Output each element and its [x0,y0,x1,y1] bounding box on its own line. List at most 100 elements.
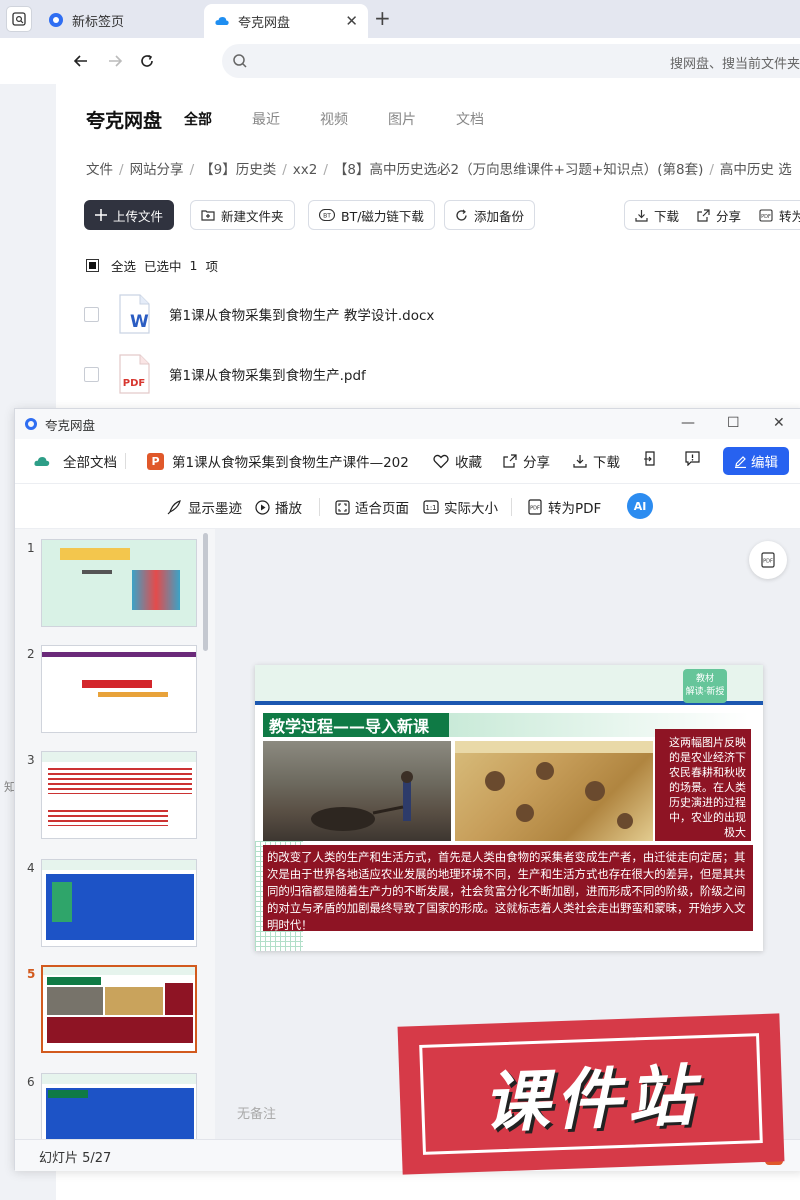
add-backup-button[interactable]: 添加备份 [444,200,536,230]
quark-logo-icon [49,13,63,27]
play-icon [255,499,270,515]
favorite-button[interactable]: 收藏 [433,451,482,471]
tab-quark-drive[interactable]: 夸克网盘 ✕ [204,4,368,38]
address-placeholder: 搜网盘、搜当前文件夹 [669,57,800,72]
reload-icon[interactable] [134,48,160,74]
browser-nav-bar: 搜网盘、搜当前文件夹 [0,38,800,84]
ink-pen-icon [167,500,181,515]
tab-recent[interactable]: 最近 [252,109,280,129]
cloud-icon [34,457,50,466]
file-checkbox[interactable] [84,366,99,382]
breadcrumb-item[interactable]: 文件 [86,162,113,178]
download-label: 下载 [654,208,680,224]
tab-new-tab[interactable]: 新标签页 [38,4,204,36]
edit-label: 编辑 [751,455,778,471]
svg-text:PDF: PDF [530,506,540,512]
maximize-icon[interactable]: ☐ [727,415,740,431]
slide-thumbnail-2[interactable] [41,645,197,733]
slide-section-tag: 教材 解读·新授 [683,669,727,703]
plus-icon [95,209,107,221]
file-name: 第1课从食物采集到食物生产 教学设计.docx [169,308,435,324]
tab-docs[interactable]: 文档 [456,109,484,129]
slide-thumbnail-1[interactable] [41,539,197,627]
tab-label: 夸克网盘 [238,15,291,31]
svg-text:PDF: PDF [763,559,773,565]
download-icon [573,455,587,468]
ai-assistant-icon[interactable]: AI [627,493,653,519]
search-icon [233,54,247,68]
close-tab-icon[interactable]: ✕ [345,12,358,30]
svg-text:1:1: 1:1 [425,504,436,512]
pdf-export-icon[interactable]: PDF [749,541,787,579]
heart-icon [433,454,449,468]
window-title: 夸克网盘 [45,417,96,433]
slide-image-spring-plowing [263,741,451,841]
actual-size-button[interactable]: 1:1 实际大小 [423,497,498,517]
thumbnail-number-active: 5 [27,967,36,981]
tab-video[interactable]: 视频 [320,109,348,129]
quark-logo-icon [25,418,37,430]
show-ink-button[interactable]: 显示墨迹 [167,497,242,517]
ai-label: AI [633,499,647,513]
minimize-icon[interactable]: — [681,415,695,431]
bt-label: BT/磁力链下载 [341,208,424,224]
share-button[interactable]: 分享 [503,451,550,471]
slide-thumbnail-6[interactable] [41,1073,197,1139]
actual-size-label: 实际大小 [444,501,498,517]
tab-search-icon[interactable] [6,6,32,32]
upload-label: 上传文件 [113,208,164,224]
edit-button[interactable]: 编辑 [723,447,789,475]
feedback-icon[interactable] [685,451,706,466]
all-docs-button[interactable]: 全部文档 [33,451,117,471]
convert-pdf-label: 转为 [779,208,800,224]
tab-images[interactable]: 图片 [388,109,416,129]
file-row-pdf[interactable]: PDF 第1课从食物采集到食物生产.pdf [84,346,784,402]
slide-thumbnail-4[interactable] [41,859,197,947]
close-icon[interactable]: ✕ [773,415,785,431]
breadcrumb-item[interactable]: 高中历史 选 [720,162,792,178]
slide-thumbnail-3[interactable] [41,751,197,839]
slide-counter: 幻灯片 5/27 [39,1151,112,1166]
all-docs-label: 全部文档 [63,455,117,471]
favorite-label: 收藏 [455,455,482,471]
file-row-docx[interactable]: W 第1课从食物采集到食物生产 教学设计.docx [84,286,784,342]
pdf-icon-text: PDF [123,378,145,389]
tab-all[interactable]: 全部 [184,109,212,129]
file-title: P 第1课从食物采集到食物生产课件—202 [147,451,409,471]
svg-text:BT: BT [323,213,331,220]
back-arrow-icon[interactable] [68,48,94,74]
preview-top-toolbar: 全部文档 P 第1课从食物采集到食物生产课件—202 收藏 分享 下载 [15,439,800,483]
export-icon[interactable] [643,451,663,466]
download-button[interactable]: 下载 [573,451,620,471]
convert-pdf-button[interactable]: PDF 转为PDF [527,497,601,517]
new-tab-icon[interactable]: + [374,6,391,30]
bt-download-button[interactable]: BT BT/磁力链下载 [308,200,435,230]
selected-label: 已选中 [144,259,182,274]
share-button[interactable]: 分享 [697,206,741,225]
select-all-checkbox[interactable] [86,259,99,272]
breadcrumb-item[interactable]: xx2 [293,162,318,178]
thumbnail-number: 1 [27,541,35,555]
breadcrumb-item[interactable]: 【9】历史类 [200,162,276,178]
breadcrumb-item[interactable]: 【8】高中历史选必2（万向思维课件+习题+知识点）(第8套) [334,162,703,178]
breadcrumb-item[interactable]: 网站分享 [130,162,184,178]
fit-page-button[interactable]: 适合页面 [335,497,409,517]
share-label: 分享 [523,455,550,471]
download-button[interactable]: 下载 [635,206,679,225]
select-all-label: 全选 [111,259,137,274]
share-label: 分享 [716,208,742,224]
new-folder-button[interactable]: 新建文件夹 [190,200,295,230]
forward-arrow-icon[interactable] [102,48,128,74]
slide-title: 教学过程——导入新课 [263,713,449,737]
upload-button[interactable]: 上传文件 [84,200,175,230]
play-button[interactable]: 播放 [255,497,302,517]
address-bar[interactable]: 搜网盘、搜当前文件夹 [222,44,800,78]
file-name: 第1课从食物采集到食物生产.pdf [169,368,366,384]
slide-thumbnail-5[interactable] [41,965,197,1053]
convert-pdf-button[interactable]: PDF 转为 [759,206,800,225]
folder-plus-icon [201,209,215,221]
thumbnail-scrollbar[interactable] [203,533,208,651]
share-icon [503,454,517,468]
show-ink-label: 显示墨迹 [188,501,242,517]
file-checkbox[interactable] [84,306,99,322]
